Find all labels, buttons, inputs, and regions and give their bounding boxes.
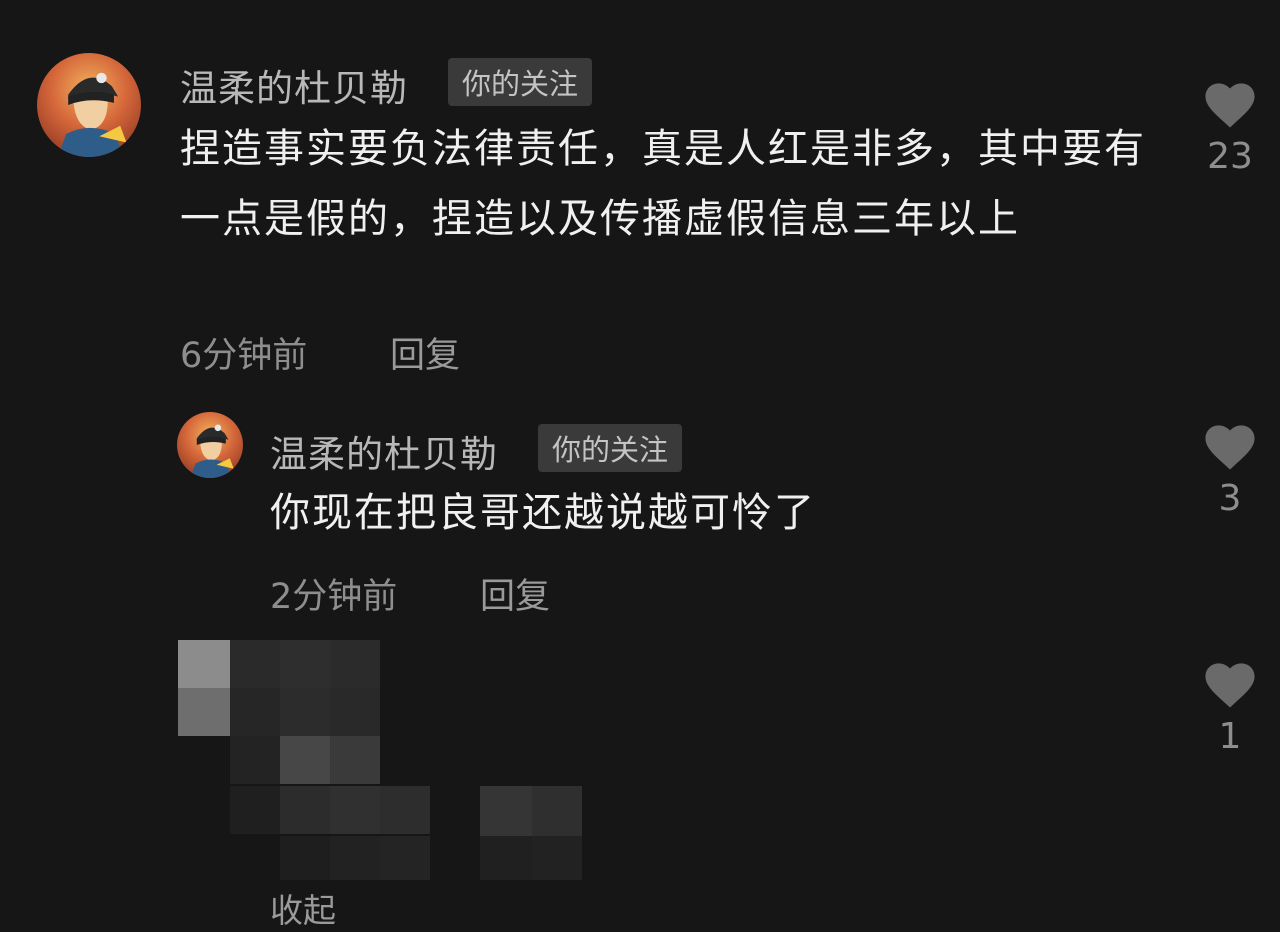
comment-username[interactable]: 温柔的杜贝勒 <box>180 58 408 112</box>
like-count: 23 <box>1207 136 1253 177</box>
avatar[interactable] <box>37 53 141 157</box>
like-count: 1 <box>1218 716 1242 757</box>
cartoon-avatar-icon <box>57 72 127 157</box>
comment-username[interactable]: 温柔的杜贝勒 <box>270 424 498 478</box>
like-button[interactable]: 3 <box>1190 418 1270 519</box>
like-button[interactable]: 23 <box>1190 76 1270 177</box>
like-count: 3 <box>1218 478 1242 519</box>
cartoon-avatar-icon <box>190 424 234 478</box>
collapse-button[interactable]: 收起 <box>270 884 336 932</box>
reply-button[interactable]: 回复 <box>480 568 550 619</box>
comment-text: 捏造事实要负法律责任，真是人红是非多，其中要有一点是假的，捏造以及传播虚假信息三… <box>180 126 1146 242</box>
heart-icon <box>1205 83 1255 128</box>
comment-text: 你现在把良哥还越说越可怜了 <box>270 490 816 536</box>
comment-time: 2分钟前 <box>270 577 398 617</box>
heart-icon <box>1205 425 1255 470</box>
following-badge: 你的关注 <box>448 58 593 106</box>
pixelated-comment <box>178 640 588 890</box>
like-button[interactable]: 1 <box>1190 656 1270 757</box>
comment-time: 6分钟前 <box>180 336 308 376</box>
reply-button[interactable]: 回复 <box>390 327 460 378</box>
following-badge: 你的关注 <box>538 424 683 472</box>
heart-icon <box>1205 663 1255 708</box>
avatar[interactable] <box>177 412 243 478</box>
